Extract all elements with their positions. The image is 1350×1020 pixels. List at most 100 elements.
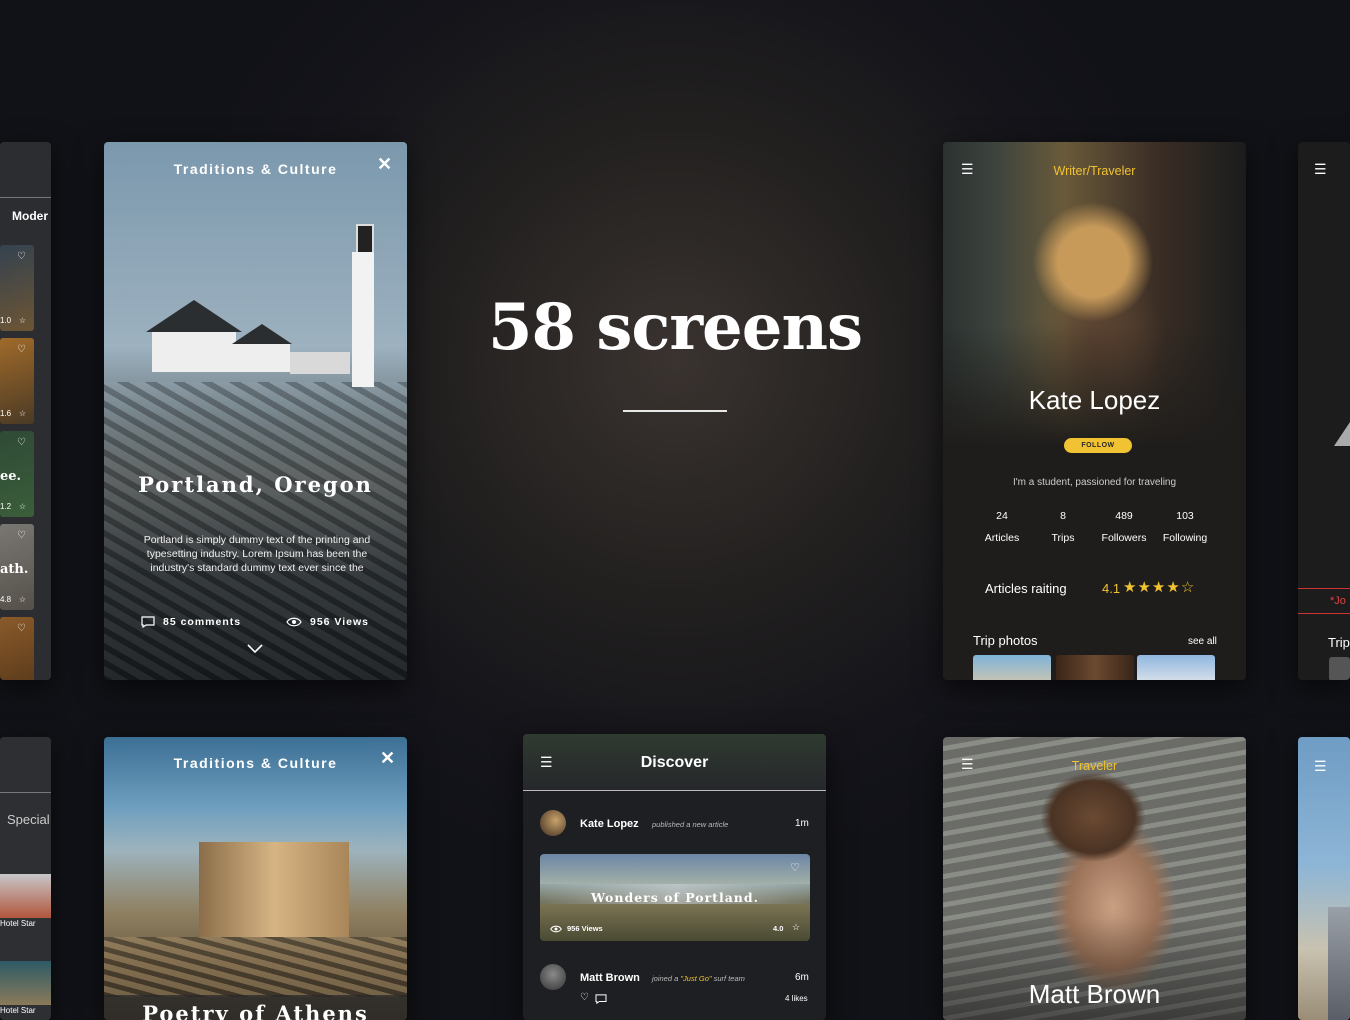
comments-link[interactable]: 85 comments — [141, 616, 241, 628]
divider — [1298, 588, 1350, 589]
stat-articles[interactable]: 24 Articles — [967, 510, 1037, 544]
heart-icon[interactable]: ♡ — [17, 530, 26, 541]
list-item[interactable]: ♡ ath. 4.8 ☆ — [0, 524, 34, 610]
star-icon: ☆ — [18, 409, 26, 418]
star-icon: ☆ — [1180, 579, 1196, 596]
hotel-thumb[interactable] — [0, 874, 51, 918]
section-heading: Moder — [12, 209, 48, 223]
profile-name: Matt Brown — [1028, 979, 1161, 1009]
hero-title: 58 screens — [487, 290, 863, 365]
comment-icon[interactable] — [595, 994, 607, 1004]
eye-icon — [286, 617, 302, 627]
feed-time: 6m — [795, 972, 809, 983]
stat-trips[interactable]: 8 Trips — [1028, 510, 1098, 544]
list-item[interactable]: ♡ 1.6 ☆ — [0, 338, 34, 424]
feed-action: joined a "Just Go" surf team — [652, 974, 745, 983]
divider — [1298, 613, 1350, 614]
hotel-name: Hotel Star — [0, 1006, 36, 1015]
category-label: Traditions & Culture — [173, 161, 338, 177]
views-stat: 956 Views — [550, 924, 603, 933]
chevron-down-icon[interactable] — [247, 644, 263, 654]
heart-icon[interactable]: ♡ — [17, 437, 26, 448]
hotel-name: Hotel Star — [0, 919, 36, 928]
likes-count: 4 likes — [785, 994, 808, 1003]
article-screen-portland[interactable]: Traditions & Culture ✕ Portland, Oregon … — [104, 142, 407, 680]
views-stat: 956 Views — [286, 616, 369, 628]
house-roof — [146, 300, 242, 332]
divider — [0, 792, 51, 793]
see-all-link[interactable]: see all — [1188, 636, 1217, 647]
trip-thumb[interactable] — [1329, 657, 1350, 680]
trip-photo-thumb[interactable] — [1056, 655, 1134, 680]
feed-action: published a new article — [652, 820, 729, 829]
lighthouse-tower — [352, 252, 374, 387]
house-roof — [232, 324, 292, 344]
house — [236, 344, 290, 372]
list-item[interactable]: ♡ ee. 1.2 ☆ — [0, 431, 34, 517]
stat-followers[interactable]: 489 Followers — [1089, 510, 1159, 544]
follow-button[interactable]: FOLLOW — [1064, 438, 1132, 453]
rating-value: 1.0 — [0, 316, 12, 325]
profile-screen-matt[interactable]: ☰ Traveler Matt Brown — [943, 737, 1246, 1020]
list-item[interactable]: ♡ — [0, 617, 34, 680]
stat-following[interactable]: 103 Following — [1150, 510, 1220, 544]
heart-icon[interactable]: ♡ — [17, 344, 26, 355]
tag-label: *Jo — [1330, 595, 1346, 607]
section-heading: Trip — [1328, 635, 1350, 650]
star-icon: ☆ — [18, 502, 26, 511]
discover-screen[interactable]: ☰ Discover Kate Lopez published a new ar… — [523, 734, 826, 1020]
star-icon: ☆ — [792, 922, 801, 932]
article-description: Portland is simply dummy text of the pri… — [143, 534, 371, 574]
lighthouse-lantern — [356, 224, 374, 254]
profile-role: Traveler — [1071, 759, 1118, 773]
avatar[interactable] — [540, 964, 566, 990]
star-icon: ☆ — [18, 595, 26, 604]
heart-icon[interactable]: ♡ — [17, 623, 26, 634]
close-icon[interactable]: ✕ — [377, 154, 392, 175]
section-heading: Special — [7, 812, 50, 827]
eye-icon — [550, 925, 562, 932]
page-title: Discover — [640, 754, 709, 771]
partial-screen-right-bottom: ☰ — [1298, 737, 1350, 1020]
profile-bio: I'm a student, passioned for traveling — [1012, 477, 1177, 488]
heart-icon[interactable]: ♡ — [580, 992, 589, 1003]
menu-icon[interactable]: ☰ — [1314, 759, 1327, 773]
partial-screen-left-bottom: Special Hotel Star Hotel Star — [0, 737, 51, 1020]
comments-count: 85 comments — [163, 616, 242, 628]
rating-value: 1.6 — [0, 409, 12, 418]
feed-time: 1m — [795, 818, 809, 829]
profile-role: Writer/Traveler — [1053, 164, 1136, 178]
star-icon: ★ — [1166, 579, 1181, 596]
profile-name: Kate Lopez — [1028, 385, 1161, 415]
divider — [523, 790, 826, 791]
list-item[interactable]: ♡ 1.0 ☆ — [0, 245, 34, 331]
star-icon: ★ — [1151, 579, 1167, 596]
category-label: Traditions & Culture — [173, 755, 338, 771]
partial-screen-right: ☰ *Jo Trip — [1298, 142, 1350, 680]
feed-user-name[interactable]: Kate Lopez — [580, 818, 639, 830]
article-title: Poetry of Athens — [142, 1001, 369, 1020]
hotel-thumb[interactable] — [0, 961, 51, 1005]
trip-photo-thumb[interactable] — [973, 655, 1051, 680]
hero-divider — [623, 410, 727, 412]
rating-stars: ★★★★☆ — [1123, 578, 1195, 596]
article-card[interactable]: ♡ Wonders of Portland. 956 Views 4.0 ☆ — [540, 854, 810, 941]
item-title: ath. — [0, 562, 29, 577]
profile-screen-kate[interactable]: ☰ Writer/Traveler Kate Lopez FOLLOW I'm … — [943, 142, 1246, 680]
article-screen-athens[interactable]: Traditions & Culture ✕ Poetry of Athens — [104, 737, 407, 1020]
views-count: 956 Views — [310, 616, 370, 628]
rocks-image — [104, 937, 407, 997]
menu-icon[interactable]: ☰ — [1314, 162, 1327, 176]
trip-photo-thumb[interactable] — [1137, 655, 1215, 680]
temple-ruins — [199, 842, 349, 937]
star-icon: ★ — [1123, 579, 1138, 596]
star-icon: ☆ — [18, 316, 26, 325]
rating-value: 4.8 — [0, 595, 12, 604]
avatar[interactable] — [540, 810, 566, 836]
item-title: ee. — [0, 469, 22, 484]
feed-user-name[interactable]: Matt Brown — [580, 972, 640, 984]
heart-icon[interactable]: ♡ — [17, 251, 26, 262]
article-title: Wonders of Portland. — [591, 890, 759, 905]
heart-icon[interactable]: ♡ — [790, 861, 800, 874]
close-icon[interactable]: ✕ — [380, 748, 395, 769]
